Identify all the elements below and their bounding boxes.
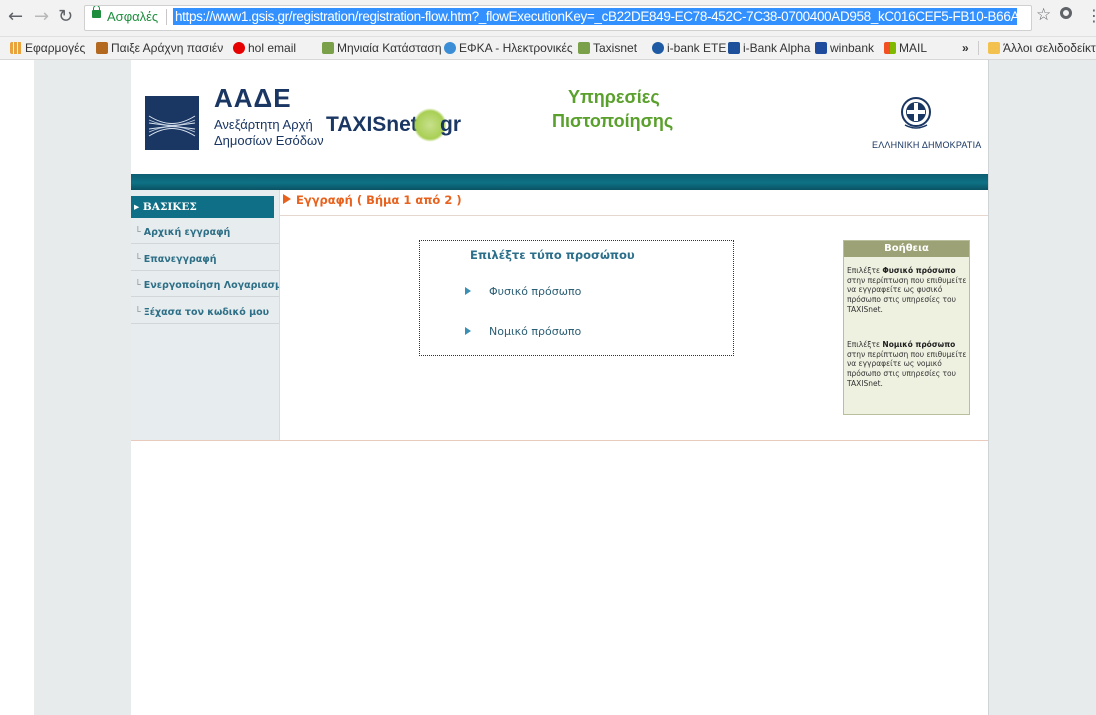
- page-title-text: Εγγραφή ( Βήμα 1 από 2 ): [296, 193, 462, 207]
- apps-grid-icon: [10, 42, 22, 54]
- help-legal-person-text: Επιλέξτε Νομικό πρόσωπο στην περίπτωση π…: [847, 340, 969, 389]
- bookmark-monthly[interactable]: Μηνιαία Κατάσταση: [322, 41, 442, 55]
- legal-person-link[interactable]: Νομικό πρόσωπο: [489, 325, 581, 338]
- hellenic-republic-label: ΕΛΛΗΝΙΚΗ ΔΗΜΟΚΡΑΤΙΑ: [872, 140, 982, 150]
- title-arrow-icon: [283, 194, 291, 204]
- windows-icon: [884, 42, 896, 54]
- secure-label: Ασφαλές: [107, 9, 159, 24]
- bookmark-winbank[interactable]: winbank: [815, 41, 874, 55]
- other-bookmarks-label: Άλλοι σελιδοδείκτες: [1003, 41, 1096, 55]
- lock-icon: [92, 6, 101, 18]
- content-bottom-divider: [131, 440, 988, 441]
- omnibox-separator: [166, 9, 167, 25]
- sidebar-item-label: Ξέχασα τον κωδικό μου: [143, 307, 270, 318]
- sidebar-item-label: Επανεγγραφή: [143, 254, 217, 265]
- taxisnet-icon: [322, 42, 334, 54]
- browser-toolbar: ← → ↻ Ασφαλές https://www1.gsis.gr/regis…: [0, 0, 1096, 37]
- efka-icon: [444, 42, 456, 54]
- help-natural-person-text: Επιλέξτε Φυσικό πρόσωπο στην περίπτωση π…: [847, 266, 969, 315]
- bookmark-label: Μηνιαία Κατάσταση: [337, 41, 442, 55]
- org-name-line2: Δημοσίων Εσόδων: [214, 133, 324, 148]
- forward-arrow-icon[interactable]: →: [34, 6, 49, 28]
- header-divider-bar: [131, 174, 988, 190]
- option-arrow-icon: [465, 327, 471, 335]
- vodafone-icon: [233, 42, 245, 54]
- tree-branch-icon: └: [135, 280, 141, 291]
- bookmark-ete[interactable]: i-bank ETE: [652, 41, 726, 55]
- help-text-bold: Νομικό πρόσωπο: [882, 340, 956, 349]
- tree-branch-icon: └: [135, 227, 141, 238]
- title-divider: [280, 215, 988, 216]
- bookmarks-separator: [978, 41, 979, 55]
- bookmark-label: i-Bank Alpha: [743, 41, 811, 55]
- natural-person-link[interactable]: Φυσικό πρόσωπο: [489, 285, 581, 298]
- help-text-body: στην περίπτωση που επιθυμείτε να εγγραφε…: [847, 275, 967, 314]
- page-title: Εγγραφή ( Βήμα 1 από 2 ): [283, 193, 462, 207]
- folder-icon: [988, 42, 1000, 54]
- sidebar-heading: ▸ ΒΑΣΙΚΕΣ ΛΕΙΤΟΥΡΓΙΕΣ: [131, 196, 274, 235]
- taxisnet-logo-suffix: gr: [440, 113, 461, 136]
- winbank-icon: [815, 42, 827, 54]
- greek-emblem-icon: [899, 95, 933, 131]
- bookmark-taxisnet[interactable]: Taxisnet: [578, 41, 637, 55]
- ete-icon: [652, 42, 664, 54]
- bookmark-alpha[interactable]: i-Bank Alpha: [728, 41, 810, 55]
- alpha-icon: [728, 42, 740, 54]
- bookmark-label: Παιξε Αράχνη πασιέν: [111, 41, 224, 55]
- left-margin: [34, 60, 132, 715]
- sidebar-item-account-activation[interactable]: └Ενεργοποίηση Λογαριασμού: [131, 275, 279, 297]
- sidebar-item-reregistration[interactable]: └ Επανεγγραφή: [131, 249, 279, 271]
- tree-branch-icon: └: [135, 254, 141, 265]
- address-bar[interactable]: Ασφαλές https://www1.gsis.gr/registratio…: [84, 5, 1032, 31]
- services-title-line1: Υπηρεσίες: [568, 87, 660, 107]
- bookmark-hol-email[interactable]: hol email: [233, 41, 296, 55]
- right-margin: [988, 60, 1096, 715]
- sidebar-item-forgot-password[interactable]: └ Ξέχασα τον κωδικό μου: [131, 302, 279, 324]
- bookmark-label: MAIL: [899, 41, 928, 55]
- bookmark-label: Taxisnet: [593, 41, 638, 55]
- url-text[interactable]: https://www1.gsis.gr/registration/regist…: [173, 8, 1017, 25]
- aade-logo-icon: [145, 96, 199, 150]
- help-text-bold: Φυσικό πρόσωπο: [882, 266, 956, 275]
- bookmark-label: ΕΦΚΑ - Ηλεκτρονικές: [459, 41, 573, 55]
- bookmark-spider[interactable]: Παιξε Αράχνη πασιέν: [96, 41, 223, 55]
- bookmark-mail[interactable]: MAIL: [884, 41, 927, 55]
- sidebar-item-label: Αρχική εγγραφή: [143, 227, 231, 238]
- bookmark-efka[interactable]: ΕΦΚΑ - Ηλεκτρονικές: [444, 41, 573, 55]
- org-name-line1: Ανεξάρτητη Αρχή: [214, 117, 313, 132]
- bookmark-label: winbank: [830, 41, 875, 55]
- help-text-body: στην περίπτωση που επιθυμείτε να εγγραφε…: [847, 349, 967, 388]
- more-bookmarks-chevron[interactable]: »: [962, 41, 969, 55]
- other-bookmarks[interactable]: Άλλοι σελιδοδείκτες: [988, 41, 1096, 55]
- person-type-title: Επιλέξτε τύπο προσώπου: [470, 248, 635, 262]
- back-arrow-icon[interactable]: ←: [8, 6, 23, 28]
- org-short-name: ΑΑΔΕ: [214, 83, 292, 113]
- spider-icon: [96, 42, 108, 54]
- help-text-prefix: Επιλέξτε: [847, 340, 883, 349]
- bookmark-apps[interactable]: Εφαρμογές: [10, 41, 85, 55]
- extension-icon[interactable]: [1060, 7, 1072, 19]
- help-title: Βοήθεια: [844, 241, 969, 257]
- menu-kebab-icon[interactable]: ⋮: [1086, 6, 1096, 25]
- bookmark-star-icon[interactable]: ☆: [1036, 5, 1051, 25]
- bookmark-label: Εφαρμογές: [25, 41, 86, 55]
- sidebar-item-initial-registration[interactable]: └ Αρχική εγγραφή: [131, 222, 279, 244]
- option-arrow-icon: [465, 287, 471, 295]
- bookmark-label: i-bank ETE: [667, 41, 727, 55]
- taxisnet-icon: [578, 42, 590, 54]
- sidebar-item-label: Ενεργοποίηση Λογαριασμού: [143, 280, 279, 291]
- help-text-prefix: Επιλέξτε: [847, 266, 883, 275]
- taxisnet-logo-text: TAXISnet: [326, 113, 418, 136]
- services-title-line2: Πιστοποίησης: [552, 111, 674, 131]
- bookmark-label: hol email: [248, 41, 297, 55]
- reload-icon[interactable]: ↻: [58, 6, 73, 28]
- bookmarks-bar: Εφαρμογές Παιξε Αράχνη πασιέν hol email …: [0, 37, 1096, 60]
- tree-branch-icon: └: [135, 307, 141, 318]
